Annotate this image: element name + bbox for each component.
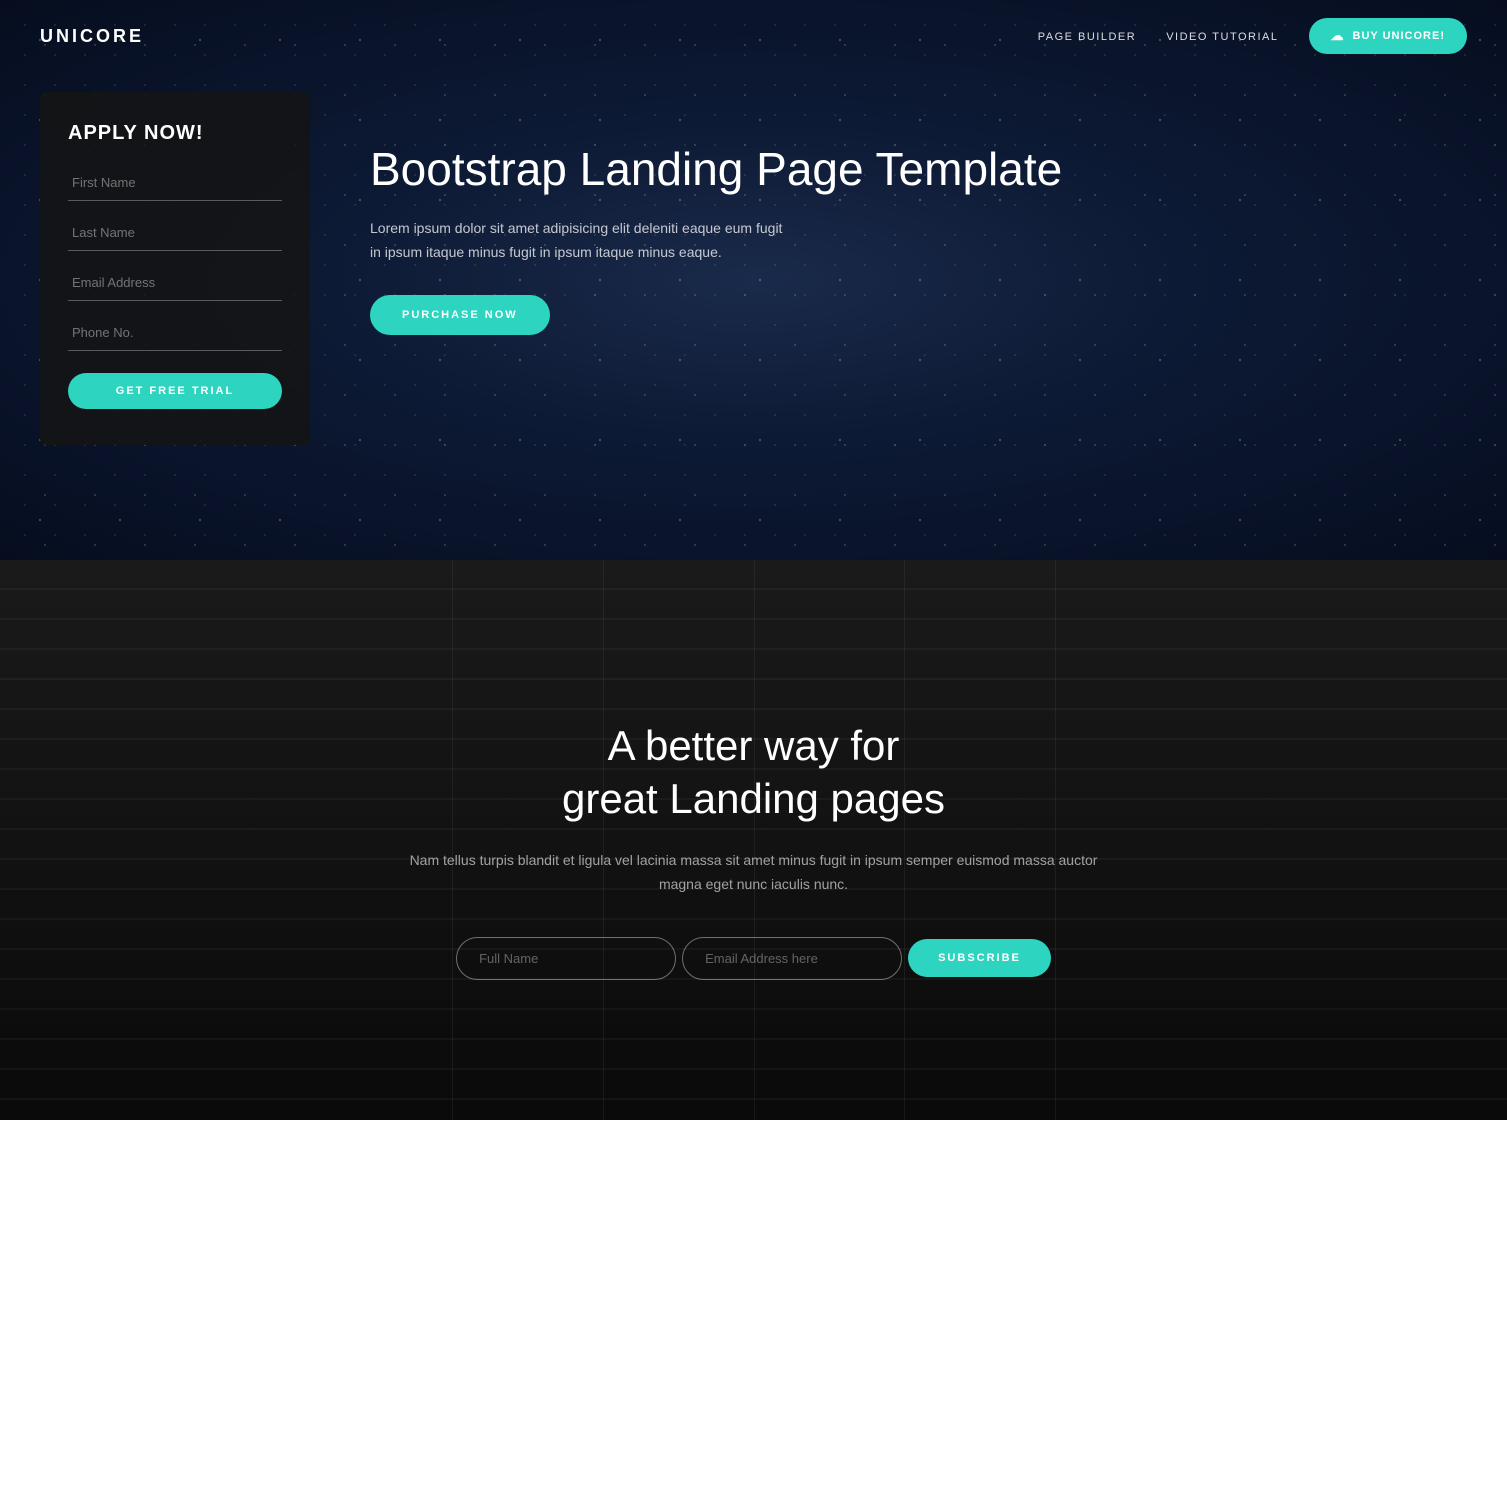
section-heading-line2: great Landing pages	[562, 775, 945, 822]
subscribe-row: SUBSCRIBE	[404, 937, 1104, 980]
section-heading-line1: A better way for	[608, 722, 900, 769]
purchase-now-button[interactable]: PURCHASE NOW	[370, 295, 550, 335]
hero-description: Lorem ipsum dolor sit amet adipisicing e…	[370, 217, 790, 265]
full-name-subscribe-input[interactable]	[456, 937, 676, 980]
apply-title: APPLY NOW!	[68, 122, 282, 145]
escalator-section: A better way for great Landing pages Nam…	[0, 560, 1507, 1120]
hero-content: APPLY NOW! GET FREE TRIAL Bootstrap Land…	[0, 72, 1507, 505]
navbar: UNICORE PAGE BUILDER VIDEO TUTORIAL BUY …	[0, 0, 1507, 72]
nav-item-buy[interactable]: BUY UNICORE!	[1309, 18, 1467, 54]
email-input[interactable]	[68, 265, 282, 301]
nav-links: PAGE BUILDER VIDEO TUTORIAL BUY UNICORE!	[1038, 18, 1467, 54]
section-description: Nam tellus turpis blandit et ligula vel …	[404, 849, 1104, 897]
escalator-content: A better way for great Landing pages Nam…	[404, 720, 1104, 980]
hero-text: Bootstrap Landing Page Template Lorem ip…	[370, 92, 1467, 335]
first-name-input[interactable]	[68, 165, 282, 201]
subscribe-button[interactable]: SUBSCRIBE	[908, 939, 1051, 977]
brand-logo: UNICORE	[40, 26, 144, 47]
nav-link-video-tutorial[interactable]: VIDEO TUTORIAL	[1166, 31, 1278, 43]
hero-heading: Bootstrap Landing Page Template	[370, 142, 1467, 197]
buy-button[interactable]: BUY UNICORE!	[1309, 18, 1467, 54]
email-subscribe-input[interactable]	[682, 937, 902, 980]
get-free-trial-button[interactable]: GET FREE TRIAL	[68, 373, 282, 409]
apply-card: APPLY NOW! GET FREE TRIAL	[40, 92, 310, 445]
nav-link-page-builder[interactable]: PAGE BUILDER	[1038, 31, 1137, 43]
section-heading: A better way for great Landing pages	[404, 720, 1104, 825]
phone-input[interactable]	[68, 315, 282, 351]
nav-item-video-tutorial[interactable]: VIDEO TUTORIAL	[1166, 27, 1278, 45]
nav-item-page-builder[interactable]: PAGE BUILDER	[1038, 27, 1137, 45]
hero-section: UNICORE PAGE BUILDER VIDEO TUTORIAL BUY …	[0, 0, 1507, 560]
last-name-input[interactable]	[68, 215, 282, 251]
